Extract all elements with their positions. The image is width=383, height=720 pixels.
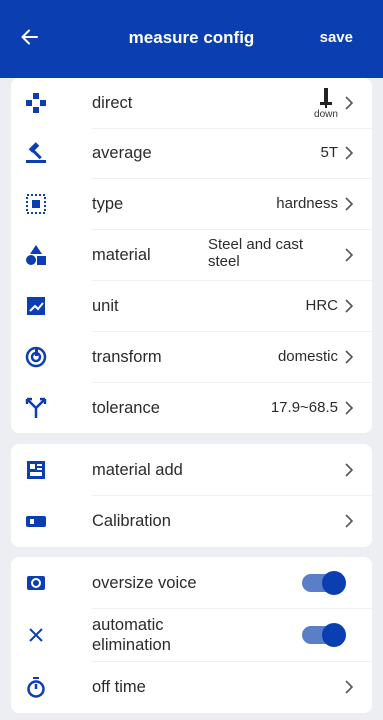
tolerance-row[interactable]: tolerance 17.9~68.5: [11, 383, 372, 433]
chevron-right-icon: [345, 463, 354, 477]
chevron-right-icon: [345, 299, 354, 313]
split-icon: [24, 396, 48, 420]
automatic-elimination-row: automatic elimination: [11, 609, 372, 661]
toggle-knob: [322, 623, 346, 647]
tolerance-value: 17.9~68.5: [270, 399, 338, 416]
automatic-elimination-toggle[interactable]: [302, 623, 346, 647]
transform-value: domestic: [277, 348, 338, 365]
tools-card: material add Calibration: [11, 444, 372, 547]
save-button[interactable]: save: [320, 29, 353, 46]
chevron-right-icon: [345, 197, 354, 211]
direct-value: down: [314, 109, 338, 120]
hammer-icon: [24, 141, 48, 165]
material-add-row[interactable]: material add: [11, 445, 372, 495]
chevron-right-icon: [345, 96, 354, 110]
gamepad-icon: [24, 91, 48, 115]
shapes-icon: [24, 243, 48, 267]
transform-icon: [24, 345, 48, 369]
average-row[interactable]: average 5T: [11, 128, 372, 178]
chevron-right-icon: [345, 680, 354, 694]
average-value: 5T: [320, 144, 338, 161]
material-add-label: material add: [92, 461, 183, 479]
chevron-right-icon: [345, 350, 354, 364]
stopwatch-icon: [24, 675, 48, 699]
app-header: measure config save: [0, 0, 383, 78]
chevron-right-icon: [345, 401, 354, 415]
chevron-right-icon: [345, 146, 354, 160]
type-value: hardness: [276, 195, 338, 212]
material-row[interactable]: material Steel and cast steel: [11, 230, 372, 280]
direction-down-indicator: down: [314, 86, 338, 120]
oversize-voice-label: oversize voice: [92, 574, 197, 592]
gauge-icon: [24, 509, 48, 533]
settings-card: oversize voice automatic elimination off…: [11, 557, 372, 713]
unit-label: unit: [92, 297, 119, 315]
tolerance-label: tolerance: [92, 399, 160, 417]
oversize-voice-row: oversize voice: [11, 558, 372, 608]
automatic-elimination-label: automatic elimination: [92, 616, 171, 654]
calibration-label: Calibration: [92, 512, 171, 530]
material-label: material: [92, 246, 151, 264]
transform-label: transform: [92, 348, 162, 366]
measure-settings-card: direct down average 5T type hardness mat…: [11, 78, 372, 433]
chart-icon: [24, 294, 48, 318]
close-icon: [24, 623, 48, 647]
unit-value: HRC: [305, 297, 339, 314]
chevron-right-icon: [345, 248, 354, 262]
type-row[interactable]: type hardness: [11, 179, 372, 229]
grid-icon: [24, 458, 48, 482]
direct-row[interactable]: direct down: [11, 78, 372, 128]
speaker-icon: [24, 571, 48, 595]
type-label: type: [92, 195, 124, 213]
unit-row[interactable]: unit HRC: [11, 281, 372, 331]
calibration-row[interactable]: Calibration: [11, 496, 372, 546]
frame-icon: [24, 192, 48, 216]
off-time-row[interactable]: off time: [11, 662, 372, 712]
off-time-label: off time: [92, 678, 146, 696]
material-value: Steel and cast steel: [208, 236, 304, 270]
transform-row[interactable]: transform domestic: [11, 332, 372, 382]
oversize-voice-toggle[interactable]: [302, 571, 346, 595]
chevron-right-icon: [345, 514, 354, 528]
toggle-knob: [322, 571, 346, 595]
average-label: average: [92, 144, 152, 162]
direct-label: direct: [92, 94, 133, 112]
